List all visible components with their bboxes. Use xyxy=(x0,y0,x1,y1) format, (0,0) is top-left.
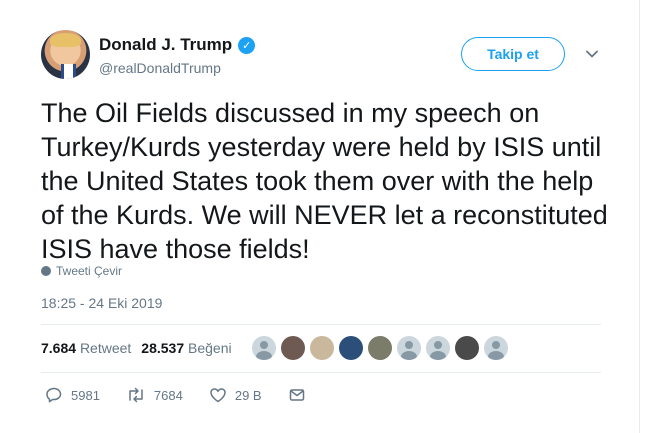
retweet-button[interactable]: 7684 xyxy=(126,386,183,404)
page-edge xyxy=(639,0,660,433)
liker-avatar[interactable] xyxy=(252,336,276,360)
tweet-text: The Oil Fields discussed in my speech on… xyxy=(41,98,608,264)
direct-message-button[interactable] xyxy=(288,386,306,404)
direct-message-icon xyxy=(289,389,304,401)
divider xyxy=(41,324,601,325)
translate-label[interactable]: Tweeti Çevir xyxy=(56,264,122,278)
reply-icon xyxy=(46,387,62,403)
liker-avatars xyxy=(252,336,508,360)
chevron-down-icon[interactable] xyxy=(585,47,599,61)
liker-avatar[interactable] xyxy=(339,336,363,360)
verified-badge-icon: ✓ xyxy=(238,36,256,54)
translate-tweet-link[interactable]: Tweeti Çevir xyxy=(41,264,122,278)
retweet-count: 7.684 xyxy=(41,340,77,356)
author-avatar[interactable] xyxy=(41,30,90,79)
like-stat[interactable]: 28.537 Beğeni xyxy=(141,340,231,356)
author-handle[interactable]: @realDonaldTrump xyxy=(99,60,221,76)
like-button[interactable]: 29 B xyxy=(209,386,262,404)
like-stat-label: Beğeni xyxy=(188,340,232,356)
follow-button[interactable]: Takip et xyxy=(461,37,565,71)
reply-button[interactable]: 5981 xyxy=(45,386,100,404)
liker-avatar[interactable] xyxy=(310,336,334,360)
reply-count: 5981 xyxy=(71,387,100,403)
liker-avatar[interactable] xyxy=(281,336,305,360)
retweet-icon xyxy=(129,387,143,403)
liker-avatar[interactable] xyxy=(426,336,450,360)
retweet-action-count: 7684 xyxy=(153,387,183,403)
globe-icon xyxy=(41,266,51,276)
divider xyxy=(41,372,601,373)
liker-avatar[interactable] xyxy=(368,336,392,360)
like-icon xyxy=(210,388,226,403)
tweet-card: Donald J. Trump ✓ @realDonaldTrump Takip… xyxy=(0,0,640,433)
liker-avatar[interactable] xyxy=(455,336,479,360)
like-count: 28.537 xyxy=(141,340,185,356)
tweet-actions: 5981 7684 29 B xyxy=(45,386,332,404)
tweet-timestamp[interactable]: 18:25 - 24 Eki 2019 xyxy=(41,295,162,311)
author-name[interactable]: Donald J. Trump ✓ xyxy=(99,35,256,55)
liker-avatar[interactable] xyxy=(397,336,421,360)
tweet-stats: 7.684 Retweet 28.537 Beğeni xyxy=(41,340,232,356)
liker-avatar[interactable] xyxy=(484,336,508,360)
retweet-stat[interactable]: 7.684 Retweet xyxy=(41,340,131,356)
retweet-stat-label: Retweet xyxy=(79,340,132,356)
like-action-count: 29 B xyxy=(234,387,262,403)
author-name-text[interactable]: Donald J. Trump xyxy=(99,35,232,55)
